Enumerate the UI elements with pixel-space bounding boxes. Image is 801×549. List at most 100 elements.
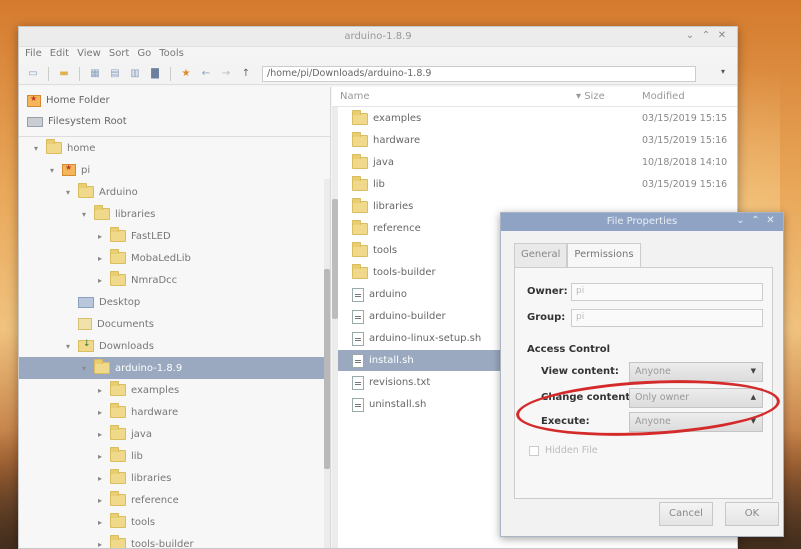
expander-closed-icon[interactable]: ▸ <box>95 276 105 285</box>
expander-closed-icon[interactable]: ▸ <box>95 232 105 241</box>
expander-closed-icon[interactable]: ▸ <box>95 452 105 461</box>
expander-open-icon[interactable]: ▾ <box>63 188 73 197</box>
thumbnail-view-icon[interactable]: ▤ <box>107 66 123 82</box>
tree-item[interactable]: ▸ NmraDcc <box>19 269 330 291</box>
tree-item[interactable]: ▸ libraries <box>19 467 330 489</box>
new-window-icon[interactable]: ▭ <box>25 66 41 82</box>
tree-item[interactable]: ▸ tools-builder <box>19 533 330 549</box>
forward-arrow-icon[interactable]: → <box>218 66 234 82</box>
hidden-file-checkbox[interactable] <box>529 446 539 456</box>
tree-item-label: tools <box>131 516 156 528</box>
menu-view[interactable]: View <box>77 48 101 62</box>
sidebar-scrollbar-thumb[interactable] <box>324 269 330 469</box>
menu-sort[interactable]: Sort <box>109 48 130 62</box>
tree-item-label: MobaLedLib <box>131 252 191 264</box>
column-name[interactable]: Name <box>340 91 370 102</box>
file-name: revisions.txt <box>369 377 431 388</box>
tree-item[interactable]: ▸ reference <box>19 489 330 511</box>
tree-item[interactable]: ▾ Downloads <box>19 335 330 357</box>
file-list-scrollbar[interactable] <box>332 107 338 548</box>
expander-closed-icon[interactable]: ▸ <box>95 254 105 263</box>
tree-item[interactable]: ▸ examples <box>19 379 330 401</box>
detailed-view-icon[interactable]: ▇ <box>147 66 163 82</box>
expander-closed-icon[interactable]: ▸ <box>95 474 105 483</box>
tree-item[interactable]: Desktop <box>19 291 330 313</box>
expander-open-icon[interactable]: ▾ <box>47 166 57 175</box>
tree-item[interactable]: ▸ tools <box>19 511 330 533</box>
new-tab-icon[interactable]: ▬ <box>56 66 72 82</box>
window-titlebar[interactable]: arduino-1.8.9 ⌄ ⌃ ✕ <box>19 27 737 47</box>
icon-view-icon[interactable]: ▦ <box>87 66 103 82</box>
cancel-button[interactable]: Cancel <box>659 502 713 526</box>
tree-item[interactable]: Documents <box>19 313 330 335</box>
owner-label: Owner: <box>527 286 568 297</box>
path-input[interactable] <box>262 65 696 82</box>
menu-tools[interactable]: Tools <box>159 48 184 62</box>
expander-open-icon[interactable]: ▾ <box>79 210 89 219</box>
desktop-icon <box>78 296 94 308</box>
back-arrow-icon[interactable]: ← <box>198 66 214 82</box>
tree-item[interactable]: ▾ Arduino <box>19 181 330 203</box>
minimize-icon[interactable]: ⌄ <box>685 30 695 41</box>
owner-field: pi <box>571 283 763 301</box>
expander-open-icon[interactable]: ▾ <box>79 364 89 373</box>
place-filesystem-root[interactable]: Filesystem Root <box>19 111 330 132</box>
tree-item[interactable]: ▸ FastLED <box>19 225 330 247</box>
directory-tree: ▾ home ▾ pi ▾ Arduino ▾ libraries ▸ FastLED ▸ MobaL… <box>19 137 330 549</box>
tree-item[interactable]: ▸ MobaLedLib <box>19 247 330 269</box>
maximize-icon[interactable]: ⌃ <box>751 215 760 226</box>
folder-icon <box>110 227 126 242</box>
up-arrow-icon[interactable]: ↑ <box>238 66 254 82</box>
tree-item[interactable]: ▾ libraries <box>19 203 330 225</box>
menu-go[interactable]: Go <box>137 48 151 62</box>
tree-item[interactable]: ▾ arduino-1.8.9 <box>19 357 330 379</box>
view-content-label: View content: <box>541 366 619 377</box>
file-row[interactable]: java 10/18/2018 14:10 <box>332 152 737 173</box>
close-icon[interactable]: ✕ <box>766 215 775 226</box>
tree-item-label: libraries <box>115 208 156 220</box>
file-row[interactable]: examples 03/15/2019 15:15 <box>332 108 737 129</box>
expander-open-icon[interactable]: ▾ <box>63 342 73 351</box>
expander-closed-icon[interactable]: ▸ <box>95 496 105 505</box>
tab-permissions[interactable]: Permissions <box>567 243 641 267</box>
ok-button[interactable]: OK <box>725 502 779 526</box>
tree-item[interactable]: ▾ pi <box>19 159 330 181</box>
minimize-icon[interactable]: ⌄ <box>736 215 745 226</box>
toolbar-separator <box>79 66 80 81</box>
folder-icon <box>352 219 368 235</box>
documents-icon <box>78 318 92 330</box>
menu-edit[interactable]: Edit <box>50 48 69 62</box>
tree-item[interactable]: ▸ lib <box>19 445 330 467</box>
tree-item[interactable]: ▾ home <box>19 137 330 159</box>
dialog-titlebar[interactable]: File Properties ⌄ ⌃ ✕ <box>501 213 783 231</box>
expander-closed-icon[interactable]: ▸ <box>95 518 105 527</box>
file-name: hardware <box>373 135 421 146</box>
folder-icon <box>110 491 126 506</box>
toolbar-separator <box>48 66 49 81</box>
menu-file[interactable]: File <box>25 48 42 62</box>
expander-closed-icon[interactable]: ▸ <box>95 386 105 395</box>
tree-item[interactable]: ▸ hardware <box>19 401 330 423</box>
compact-view-icon[interactable]: ▥ <box>127 66 143 82</box>
column-size[interactable]: ▾ Size <box>576 91 605 102</box>
folder-icon <box>94 205 110 220</box>
column-modified[interactable]: Modified <box>642 91 685 102</box>
path-history-dropdown-icon[interactable]: ▾ <box>717 67 729 81</box>
place-home-folder[interactable]: Home Folder <box>19 90 330 111</box>
tab-general[interactable]: General <box>514 243 568 267</box>
file-row[interactable]: lib 03/15/2019 15:16 <box>332 174 737 195</box>
close-icon[interactable]: ✕ <box>717 30 727 41</box>
expander-closed-icon[interactable]: ▸ <box>95 430 105 439</box>
expander-closed-icon[interactable]: ▸ <box>95 540 105 549</box>
sidebar-scrollbar[interactable] <box>324 179 330 548</box>
file-list-scrollbar-thumb[interactable] <box>332 199 338 319</box>
expander-open-icon[interactable]: ▾ <box>31 144 41 153</box>
tree-item[interactable]: ▸ java <box>19 423 330 445</box>
home-icon[interactable]: ★ <box>178 66 194 82</box>
expander-closed-icon[interactable]: ▸ <box>95 408 105 417</box>
file-name: lib <box>373 179 385 190</box>
view-content-select[interactable]: Anyone ▼ <box>629 362 763 382</box>
maximize-icon[interactable]: ⌃ <box>701 30 711 41</box>
file-row[interactable]: hardware 03/15/2019 15:16 <box>332 130 737 151</box>
folder-icon <box>352 263 368 279</box>
